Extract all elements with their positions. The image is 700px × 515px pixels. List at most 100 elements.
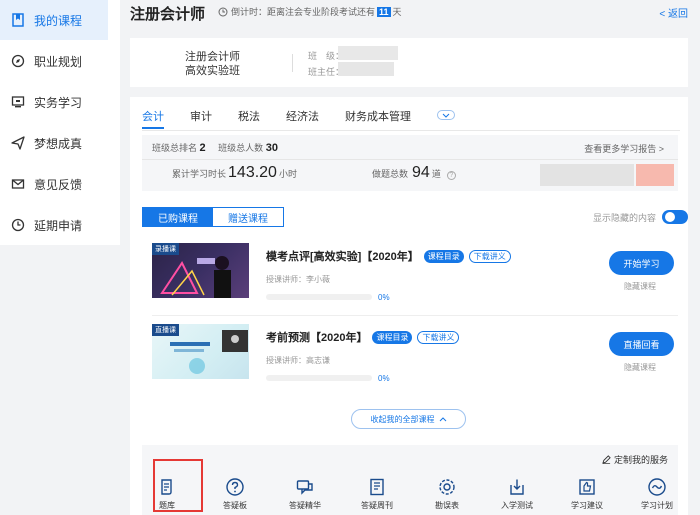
course-title: 考前预测【2020年】 课程目录 下载讲义: [266, 329, 460, 345]
replay-live-button[interactable]: 直播回看: [609, 332, 674, 356]
sidebar-item-feedback[interactable]: 意见反馈: [0, 164, 120, 204]
sidebar-item-practice[interactable]: 实务学习: [0, 82, 120, 122]
tab-financial-cost[interactable]: 财务成本管理: [345, 105, 411, 131]
start-learning-button[interactable]: 开始学习: [609, 251, 674, 275]
service-label: 学习建议: [571, 501, 603, 510]
total-value: 30: [265, 142, 278, 154]
thumb-label: 录播课: [152, 243, 179, 255]
sidebar-item-label: 延期申请: [34, 218, 83, 233]
customize-services-link[interactable]: 定制我的服务: [602, 453, 668, 466]
class-rank: 班级总排名 2 班级总人数 30: [152, 141, 288, 154]
course-thumbnail[interactable]: 直播课: [152, 324, 249, 379]
service-label: 答疑板: [223, 501, 247, 510]
tabs-underline: [142, 130, 680, 131]
progress-percent: 0%: [378, 293, 390, 302]
service-qa-board[interactable]: 答疑板: [208, 477, 262, 511]
course-title-text: 模考点评[高效实验]【2020年】: [266, 251, 419, 263]
study-time-value: 143.20: [228, 164, 277, 181]
tab-economic-law[interactable]: 经济法: [286, 105, 319, 131]
course-row: 录播课 模考点评[高效实验]【2020年】 课程目录 下载讲义 授课讲师：李小薇…: [152, 243, 682, 317]
question-total: 做题总数 94 道 ?: [372, 164, 456, 182]
mail-icon: [10, 176, 26, 192]
chat-icon: [296, 480, 313, 495]
book-icon: [370, 478, 384, 496]
service-qa-weekly[interactable]: 答疑周刊: [350, 477, 404, 511]
clock-icon: [218, 7, 228, 16]
sidebar: 我的课程 职业规划 实务学习 梦想成真 意见反馈 延期申请: [0, 0, 120, 245]
class-name-line1: 注册会计师: [185, 51, 240, 63]
wave-circle-icon: [648, 478, 666, 496]
question-bank-highlight: [153, 459, 203, 512]
course-teacher: 授课讲师：高志谦: [266, 356, 330, 365]
questions-unit: 道: [431, 169, 441, 179]
service-qa-highlights[interactable]: 答疑精华: [278, 477, 332, 511]
collapse-courses-button[interactable]: 收起我的全部课程: [351, 409, 466, 429]
course-title: 模考点评[高效实验]【2020年】 课程目录 下载讲义: [266, 248, 511, 264]
tab-tax[interactable]: 税法: [238, 105, 260, 131]
questions-value: 94: [412, 164, 430, 181]
progress-bar: [266, 375, 372, 381]
chevron-down-icon: [442, 113, 450, 118]
countdown-suffix: 天: [392, 7, 402, 17]
download-notes-button[interactable]: 下载讲义: [417, 330, 460, 344]
class-name-line2: 高效实验班: [185, 65, 240, 77]
show-hidden-label: 显示隐藏的内容: [592, 212, 656, 223]
tab-audit[interactable]: 审计: [190, 105, 212, 131]
redacted-block: [540, 164, 634, 186]
toggle-switch[interactable]: [662, 210, 688, 224]
tab-accounting[interactable]: 会计: [142, 105, 164, 129]
page-title: 注册会计师: [130, 6, 206, 23]
service-errata[interactable]: 勘误表: [420, 477, 474, 511]
back-link[interactable]: < 返回: [659, 5, 688, 20]
tabs-expand-button[interactable]: [437, 110, 455, 120]
hide-course-link[interactable]: 隐藏课程: [624, 281, 656, 292]
monitor-icon: [10, 94, 26, 110]
study-time-unit: 小时: [278, 169, 297, 179]
class-info-card: 注册会计师 高效实验班 班 级： 班主任：: [130, 38, 688, 87]
report-link[interactable]: 查看更多学习报告 >: [584, 142, 664, 155]
customize-label: 定制我的服务: [613, 455, 668, 465]
catalog-button[interactable]: 课程目录: [372, 330, 413, 344]
show-hidden-toggle[interactable]: 显示隐藏的内容: [593, 210, 688, 224]
edit-icon: [602, 455, 611, 464]
gear-icon: [439, 479, 455, 495]
sidebar-item-dreams[interactable]: 梦想成真: [0, 123, 120, 163]
service-label: 勘误表: [435, 501, 459, 510]
sidebar-item-my-courses[interactable]: 我的课程: [0, 0, 108, 40]
countdown-prefix: 倒计时：距离注会专业阶段考试还有: [231, 7, 376, 17]
service-label: 答疑精华: [289, 501, 321, 510]
course-row: 直播课 考前预测【2020年】 课程目录 下载讲义 授课讲师：高志谦 0% 直播…: [152, 324, 682, 398]
sidebar-item-extension[interactable]: 延期申请: [0, 205, 120, 245]
hide-course-link[interactable]: 隐藏课程: [624, 362, 656, 373]
help-icon[interactable]: ?: [446, 171, 456, 180]
sidebar-item-label: 意见反馈: [34, 177, 83, 192]
redacted-block-red: [636, 164, 674, 186]
service-study-plan[interactable]: 学习计划: [630, 477, 684, 511]
subject-tabs: 会计 审计 税法 经济法 财务成本管理: [142, 105, 455, 131]
thumbs-up-icon: [579, 479, 595, 495]
rank-label: 班级总排名: [152, 143, 198, 153]
stats-panel: 班级总排名 2 班级总人数 30 查看更多学习报告 > 累计学习时长 143.2…: [142, 135, 678, 191]
clock-icon: [10, 217, 26, 233]
service-study-advice[interactable]: 学习建议: [560, 477, 614, 511]
catalog-button[interactable]: 课程目录: [423, 249, 464, 263]
course-thumbnail[interactable]: 录播课: [152, 243, 249, 298]
study-time: 累计学习时长 143.20 小时: [172, 164, 297, 182]
redacted-class: [338, 46, 398, 60]
course-teacher: 授课讲师：李小薇: [266, 275, 330, 284]
divider: [292, 54, 293, 72]
download-notes-button[interactable]: 下载讲义: [468, 249, 511, 263]
services-panel: 定制我的服务 题库 答疑板 答疑精华 答疑周刊 勘误表 入学测试 学习建议 学习…: [142, 445, 678, 515]
progress-percent: 0%: [378, 374, 390, 383]
service-label: 学习计划: [641, 501, 673, 510]
study-time-label: 累计学习时长: [172, 169, 227, 179]
tab-purchased[interactable]: 已购课程: [143, 208, 213, 226]
sidebar-item-career[interactable]: 职业规划: [0, 41, 120, 81]
question-bubble-icon: [226, 478, 244, 496]
tab-gifted[interactable]: 赠送课程: [213, 208, 283, 226]
service-label: 入学测试: [501, 501, 533, 510]
total-label: 班级总人数: [218, 143, 264, 153]
course-type-tabs: 已购课程 赠送课程: [142, 207, 284, 227]
questions-label: 做题总数: [372, 169, 409, 179]
service-entrance-test[interactable]: 入学测试: [490, 477, 544, 511]
